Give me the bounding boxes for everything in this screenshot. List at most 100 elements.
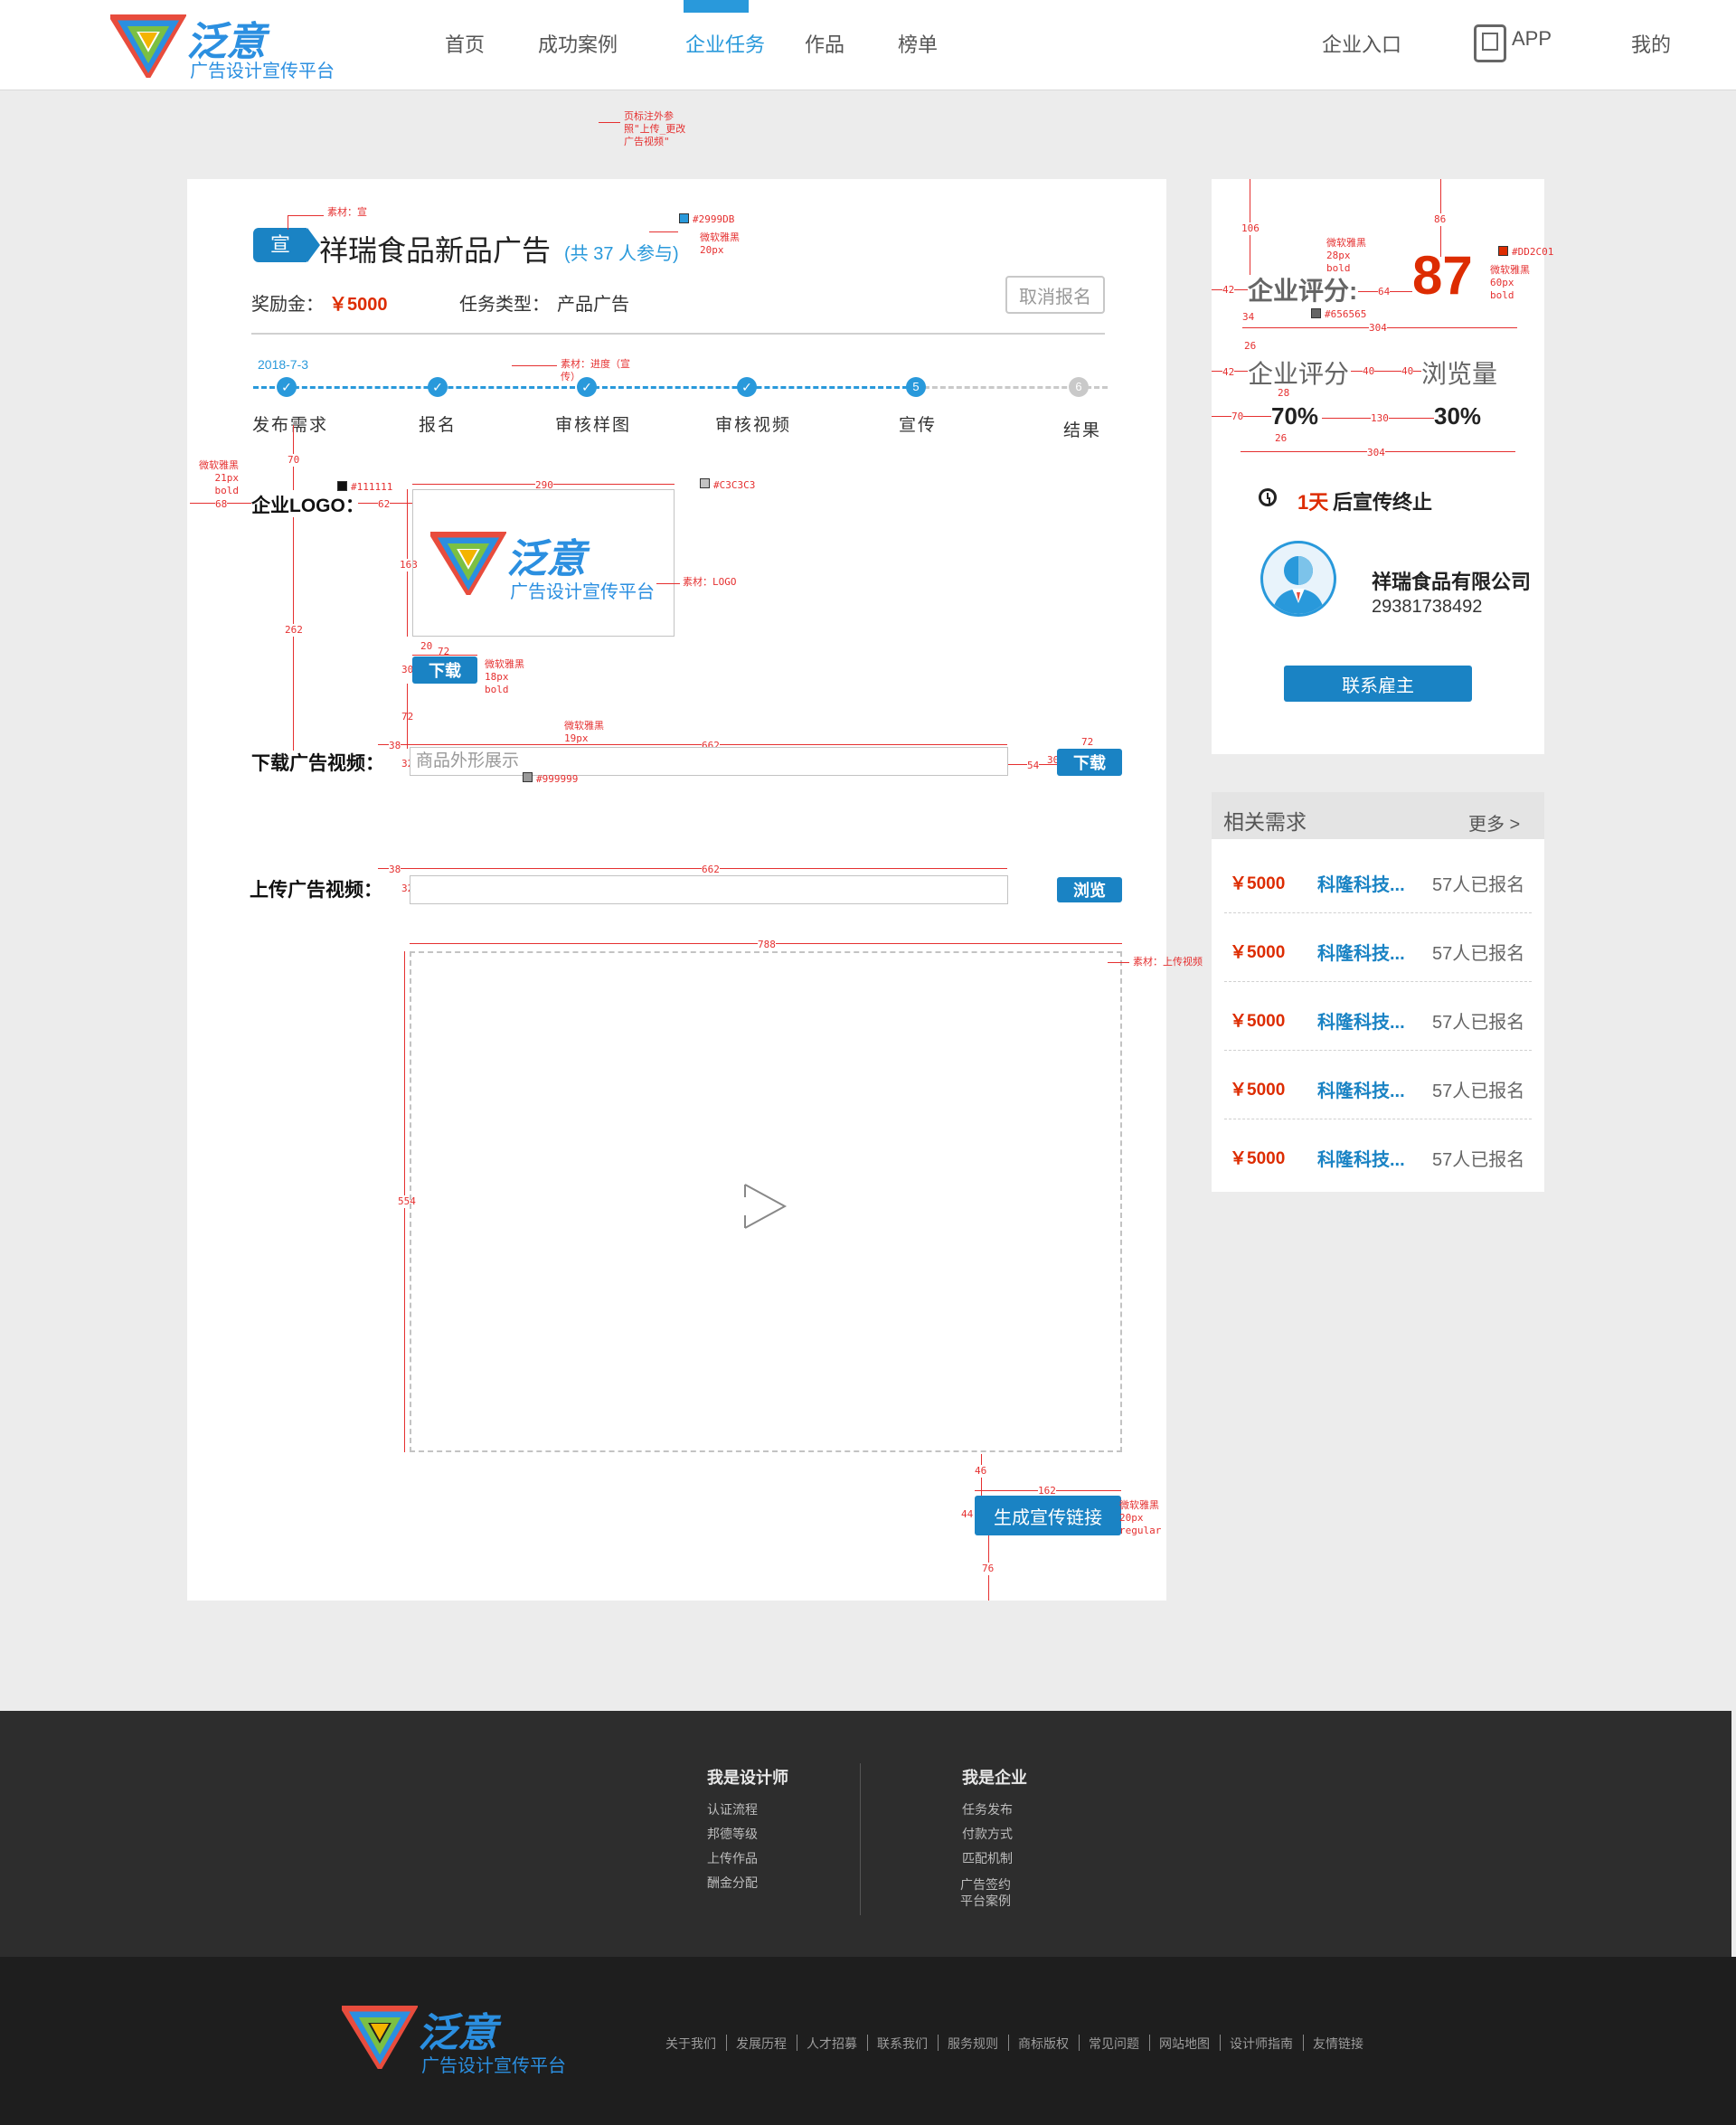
footer-separator <box>1149 2035 1150 2051</box>
related-item[interactable]: ￥5000 科隆科技... 57人已报名 <box>1224 982 1532 1051</box>
stat-label-views: 浏览量 <box>1421 360 1498 388</box>
stat-value-score: 70% <box>1271 402 1319 430</box>
mine-link[interactable]: 我的 <box>1631 29 1671 58</box>
clock-icon <box>1259 488 1277 506</box>
related-item-price: ￥5000 <box>1230 1149 1286 1168</box>
dim-46: 46 <box>975 1465 987 1478</box>
nav-active-indicator <box>684 0 749 13</box>
header-divider <box>251 333 1105 335</box>
deadline-text: 后宣传终止 <box>1333 491 1433 514</box>
annotation-progress: 素材：进度（宣 传） <box>561 358 630 382</box>
dim-68: 68 <box>215 498 228 511</box>
related-item[interactable]: ￥5000 科隆科技... 57人已报名 <box>1224 1119 1532 1188</box>
related-item-name[interactable]: 科隆科技... <box>1317 1145 1405 1171</box>
contact-employer-button[interactable]: 联系雇主 <box>1284 666 1472 702</box>
task-title: 祥瑞食品新品广告 <box>319 234 552 267</box>
dim-70: 70 <box>288 454 300 467</box>
related-item[interactable]: ￥5000 科隆科技... 57人已报名 <box>1224 1051 1532 1119</box>
cancel-signup-button[interactable]: 取消报名 <box>1005 276 1105 314</box>
footer-separator <box>1079 2035 1080 2051</box>
play-icon[interactable] <box>741 1181 788 1232</box>
annotation-logo-src: 素材：LOGO <box>683 576 737 588</box>
color-swatch <box>1498 246 1508 256</box>
footer-bottom-link[interactable]: 人才招募 <box>807 2035 857 2053</box>
footer-link[interactable]: 邦德等级 <box>707 1825 758 1843</box>
dim-20: 20 <box>420 640 433 652</box>
step-label-2: 报名 <box>419 415 458 435</box>
dim-662b: 662 <box>702 864 720 876</box>
footer-bottom-link[interactable]: 常见问题 <box>1089 2035 1139 2053</box>
related-item-price: ￥5000 <box>1230 874 1286 893</box>
annotation-video-src: 素材：上传视频 <box>1133 956 1203 968</box>
dim-40: 40 <box>1363 365 1375 378</box>
generate-link-button[interactable]: 生成宣传链接 <box>975 1496 1121 1535</box>
logo-subtitle: 广告设计宣传平台 <box>510 582 655 602</box>
footer-bottom-link[interactable]: 设计师指南 <box>1230 2035 1293 2053</box>
dim-26: 26 <box>1244 340 1257 352</box>
nav-cases[interactable]: 成功案例 <box>538 29 618 58</box>
dim-26b: 26 <box>1275 432 1288 444</box>
footer-bottom-link[interactable]: 关于我们 <box>665 2035 716 2053</box>
nav-home[interactable]: 首页 <box>445 29 485 58</box>
footer-link[interactable]: 平台案例 <box>960 1892 1011 1910</box>
step-dot-6: 6 <box>1069 377 1089 397</box>
footer-bottom-link[interactable]: 发展历程 <box>736 2035 787 2053</box>
dim-28: 28 <box>1278 387 1290 399</box>
nav-enterprise-tasks[interactable]: 企业任务 <box>685 29 765 58</box>
reward-label: 奖励金： <box>251 295 324 315</box>
related-item-name[interactable]: 科隆科技... <box>1317 870 1405 896</box>
nav-works[interactable]: 作品 <box>805 29 844 58</box>
site-logo[interactable]: 泛意 广告设计宣传平台 <box>110 9 345 81</box>
footer-bottom-link[interactable]: 商标版权 <box>1018 2035 1069 2053</box>
deadline-days: 1天 <box>1297 491 1329 514</box>
top-header: 泛意 广告设计宣传平台 首页 成功案例 企业任务 作品 榜单 企业入口 APP … <box>0 0 1736 90</box>
progress-date: 2018-7-3 <box>258 357 309 372</box>
related-more-link[interactable]: 更多 > <box>1468 809 1520 836</box>
step-label-4: 审核视频 <box>715 415 792 435</box>
annotation-logo-font: 微软雅黑 21px bold <box>199 459 239 496</box>
footer-link[interactable]: 匹配机制 <box>962 1849 1013 1867</box>
app-link[interactable]: APP <box>1512 27 1552 51</box>
nav-ranking[interactable]: 榜单 <box>898 29 938 58</box>
enterprise-entry-link[interactable]: 企业入口 <box>1322 29 1401 58</box>
footer-bottom-link[interactable]: 网站地图 <box>1159 2035 1210 2053</box>
footer-link[interactable]: 认证流程 <box>707 1800 758 1818</box>
download-video-field[interactable]: 商品外形展示 <box>410 747 1008 776</box>
footer-link[interactable]: 付款方式 <box>962 1825 1013 1843</box>
related-item-price: ￥5000 <box>1230 1081 1286 1100</box>
dim-64: 64 <box>1378 286 1391 298</box>
related-item-count: 57人已报名 <box>1432 1081 1525 1101</box>
footer-divider <box>860 1763 861 1915</box>
footer-logo[interactable]: 泛意 广告设计宣传平台 <box>342 2000 577 2076</box>
company-phone: 29381738492 <box>1372 597 1483 617</box>
footer-bottom-link[interactable]: 联系我们 <box>877 2035 928 2053</box>
dim-54: 54 <box>1027 760 1040 772</box>
upload-video-field[interactable] <box>410 875 1008 904</box>
footer-bottom-link[interactable]: 友情链接 <box>1313 2035 1363 2053</box>
anno-line <box>288 215 324 216</box>
related-item[interactable]: ￥5000 科隆科技... 57人已报名 <box>1224 913 1532 982</box>
footer-link[interactable]: 上传作品 <box>707 1849 758 1867</box>
footer-link[interactable]: 酬金分配 <box>707 1874 758 1892</box>
annotation-input-font: 微软雅黑 19px <box>564 720 604 744</box>
step-label-1: 发布需求 <box>252 415 329 435</box>
footer-links-section <box>0 1711 1731 1957</box>
related-item-name[interactable]: 科隆科技... <box>1317 1007 1405 1034</box>
step-label-6: 结果 <box>1063 420 1102 440</box>
company-name: 祥瑞食品有限公司 <box>1372 571 1532 593</box>
dim-130: 130 <box>1371 412 1389 425</box>
anno-line <box>656 583 680 584</box>
logo-download-button[interactable]: 下载 <box>412 656 477 684</box>
dim-76: 76 <box>982 1563 995 1575</box>
related-item-name[interactable]: 科隆科技... <box>1317 939 1405 965</box>
related-item[interactable]: ￥5000 科隆科技... 57人已报名 <box>1224 845 1532 913</box>
browse-button[interactable]: 浏览 <box>1057 877 1122 902</box>
color-swatch <box>679 213 689 223</box>
tablet-icon[interactable] <box>1474 24 1506 62</box>
footer-link[interactable]: 任务发布 <box>962 1800 1013 1818</box>
footer-link[interactable]: 广告签约 <box>960 1875 1011 1894</box>
video-download-button[interactable]: 下载 <box>1057 749 1122 776</box>
dim-40b: 40 <box>1401 365 1414 378</box>
footer-bottom-link[interactable]: 服务规则 <box>948 2035 998 2053</box>
related-item-name[interactable]: 科隆科技... <box>1317 1076 1405 1102</box>
